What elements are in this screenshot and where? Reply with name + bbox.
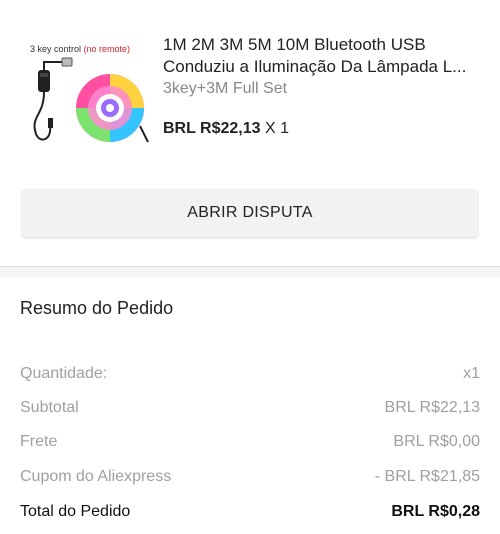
total-label: Total do Pedido: [20, 503, 131, 520]
order-summary-title: Resumo do Pedido: [20, 298, 174, 318]
thumbnail-caption-main: 3 key control: [30, 44, 84, 54]
product-price: BRL R$22,13: [163, 120, 261, 137]
product-title[interactable]: 1M 2M 3M 5M 10M Bluetooth USB Conduziu a…: [163, 34, 483, 78]
summary-value: x1: [463, 365, 480, 382]
summary-row-coupon: Cupom do Aliexpress - BRL R$21,85: [20, 465, 480, 489]
price-row: BRL R$22,13 X 1: [163, 120, 289, 138]
summary-label: Cupom do Aliexpress: [20, 468, 172, 485]
order-item[interactable]: 3 key control (no remote) 1M 2M 3M 5M 10…: [0, 0, 500, 180]
product-quantity: X 1: [264, 120, 289, 137]
summary-value: - BRL R$21,85: [374, 468, 480, 485]
product-variant: 3key+3M Full Set: [163, 80, 288, 97]
summary-label: Frete: [20, 433, 58, 450]
led-strip-image: [33, 57, 149, 143]
product-thumbnail[interactable]: 3 key control (no remote): [22, 34, 150, 158]
product-title-line-2: Conduziu a Iluminação Da Lâmpada L...: [163, 57, 467, 76]
summary-label: Quantidade:: [20, 365, 108, 382]
thumbnail-caption-note: (no remote): [83, 44, 131, 54]
summary-row-total: Total do Pedido BRL R$0,28: [20, 500, 480, 524]
total-value: BRL R$0,28: [391, 503, 480, 520]
summary-value: BRL R$0,00: [393, 433, 480, 450]
summary-row-subtotal: Subtotal BRL R$22,13: [20, 396, 480, 420]
summary-value: BRL R$22,13: [384, 399, 480, 416]
summary-row-quantity: Quantidade: x1: [20, 362, 480, 386]
summary-row-shipping: Frete BRL R$0,00: [20, 430, 480, 454]
product-title-line-1: 1M 2M 3M 5M 10M Bluetooth USB: [163, 35, 426, 54]
thumbnail-caption: 3 key control (no remote): [30, 44, 130, 54]
summary-label: Subtotal: [20, 399, 79, 416]
open-dispute-button[interactable]: ABRIR DISPUTA: [22, 189, 478, 237]
section-divider: [0, 266, 500, 277]
